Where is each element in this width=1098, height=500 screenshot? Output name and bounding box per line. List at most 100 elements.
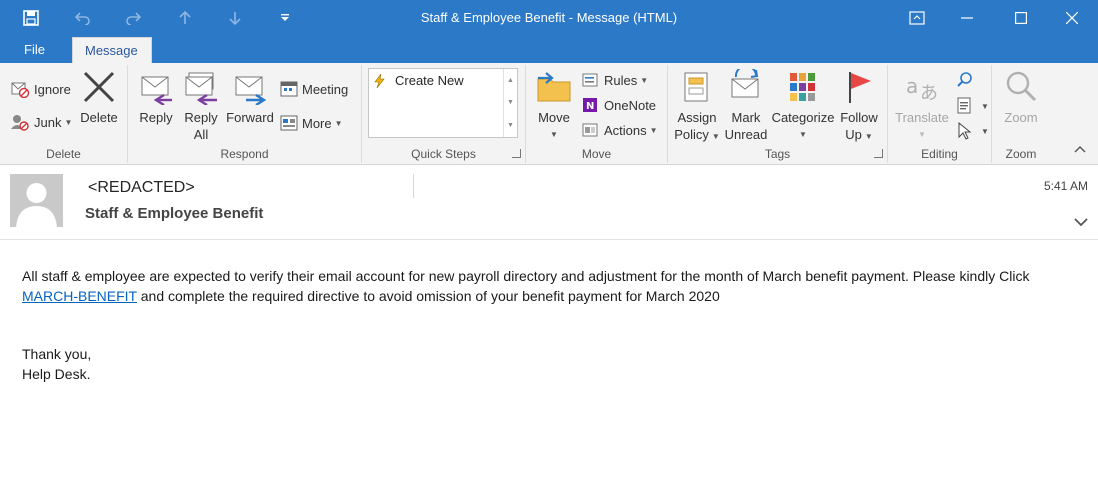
body-text-2: and complete the required directive to a… <box>136 288 720 304</box>
quick-steps-launcher-icon[interactable] <box>512 149 521 158</box>
folder-move-icon <box>537 72 571 102</box>
close-icon[interactable] <box>1049 4 1095 32</box>
tags-group-label: Tags <box>764 147 791 161</box>
forward-icon <box>235 76 267 105</box>
message-signature: Thank you, Help Desk. <box>22 344 91 384</box>
forward-label: Forward <box>226 110 274 125</box>
follow-label-1: Follow <box>840 110 878 125</box>
reply-all-label-2: All <box>193 127 209 142</box>
junk-button[interactable]: Junk ▼ <box>10 111 72 133</box>
collapse-ribbon-icon[interactable] <box>1074 140 1086 158</box>
minimize-icon[interactable] <box>944 4 990 32</box>
junk-icon <box>11 115 29 131</box>
header-divider <box>413 174 414 198</box>
related-button[interactable]: ▼ <box>956 95 989 117</box>
reply-icon <box>141 76 172 105</box>
assign-policy-button[interactable]: Assign Policy ▼ <box>674 69 720 145</box>
ribbon: Ignore Junk ▼ Delete Delete Reply Reply A… <box>0 63 1098 165</box>
translate-label: Translate <box>895 110 949 125</box>
zoom-label: Zoom <box>1004 110 1038 125</box>
mark-label-2: Unread <box>724 127 768 142</box>
follow-label-2: Up <box>845 127 862 142</box>
editing-group: aあ Translate ▼ ▼ ▼ Editing <box>888 65 992 163</box>
tab-file[interactable]: File <box>12 37 57 63</box>
select-cursor-icon <box>958 122 972 140</box>
zoom-group: Zoom Zoom <box>992 65 1050 163</box>
assign-policy-icon <box>684 72 708 102</box>
delete-icon <box>83 71 115 103</box>
editing-group-label: Editing <box>921 147 958 161</box>
more-respond-icon <box>280 115 298 131</box>
closing-text: Thank you, <box>22 346 92 362</box>
message-body: All staff & employee are expected to ver… <box>22 266 1062 306</box>
gallery-expand-icon[interactable]: ▼ <box>507 122 514 129</box>
expand-header-icon[interactable] <box>1074 214 1088 232</box>
reply-all-icon <box>185 72 217 105</box>
tab-message[interactable]: Message <box>72 37 152 63</box>
scroll-down-icon[interactable]: ▼ <box>507 99 514 106</box>
follow-up-button[interactable]: Follow Up ▼ <box>838 69 880 145</box>
onenote-label: OneNote <box>604 97 657 113</box>
zoom-group-label: Zoom <box>1005 147 1037 161</box>
svg-text:あ: あ <box>920 83 938 104</box>
message-subject: Staff & Employee Benefit <box>85 205 264 222</box>
body-text-1: All staff & employee are expected to ver… <box>22 268 1030 284</box>
message-header: <REDACTED> Staff & Employee Benefit 5:41… <box>0 166 1098 240</box>
rules-button[interactable]: Rules ▼ <box>582 69 648 91</box>
find-button[interactable] <box>956 69 978 91</box>
create-new-quick-step[interactable]: Create New <box>373 73 464 88</box>
translate-button[interactable]: aあ Translate ▼ <box>894 69 950 143</box>
reply-button[interactable]: Reply <box>136 69 176 126</box>
sender-name[interactable]: <REDACTED> <box>88 179 195 197</box>
march-benefit-link[interactable]: MARCH-BENEFIT <box>22 288 137 304</box>
onenote-button[interactable]: N OneNote <box>582 94 656 116</box>
categorize-label: Categorize <box>771 110 835 125</box>
zoom-button[interactable]: Zoom <box>1000 69 1042 126</box>
meeting-button[interactable]: Meeting <box>280 78 348 100</box>
quick-steps-scrollbar[interactable]: ▲ ▼ ▼ <box>503 69 517 137</box>
more-label: More <box>302 115 332 131</box>
reply-label: Reply <box>139 110 173 125</box>
move-button[interactable]: Move ▼ <box>536 69 572 143</box>
move-label: Move <box>538 110 570 125</box>
related-icon <box>957 97 971 114</box>
select-button[interactable]: ▼ <box>956 120 989 142</box>
message-time: 5:41 AM <box>1043 179 1088 193</box>
delete-group-label: Delete <box>46 147 81 161</box>
translate-icon: aあ <box>906 74 938 104</box>
mark-unread-button[interactable]: Mark Unread <box>724 69 768 143</box>
ignore-icon <box>11 82 30 98</box>
reply-all-label-1: Reply <box>184 110 218 125</box>
actions-button[interactable]: Actions ▼ <box>582 119 658 141</box>
assign-label-2: Policy <box>674 127 709 142</box>
rules-icon <box>582 73 598 87</box>
actions-label: Actions <box>604 122 647 138</box>
move-group: Move ▼ Rules ▼ N OneNote Actions ▼ Move <box>526 65 668 163</box>
forward-button[interactable]: Forward <box>226 69 274 126</box>
delete-group: Ignore Junk ▼ Delete Delete <box>0 65 128 163</box>
tags-launcher-icon[interactable] <box>874 149 883 158</box>
scroll-up-icon[interactable]: ▲ <box>507 77 514 84</box>
mark-label-1: Mark <box>731 110 761 125</box>
delete-label: Delete <box>80 110 118 125</box>
ignore-label: Ignore <box>34 81 71 97</box>
meeting-icon <box>280 81 298 97</box>
more-respond-button[interactable]: More ▼ <box>280 112 343 134</box>
zoom-magnifier-icon <box>1006 71 1037 102</box>
assign-label-1: Assign <box>677 110 717 125</box>
quick-steps-gallery: Create New ▲ ▼ ▼ <box>368 68 518 138</box>
maximize-icon[interactable] <box>998 4 1044 32</box>
rules-label: Rules <box>604 72 638 88</box>
reply-all-button[interactable]: Reply All <box>180 69 222 143</box>
categorize-button[interactable]: Categorize ▼ <box>770 69 836 143</box>
avatar <box>10 174 63 227</box>
signature-text: Help Desk. <box>22 366 91 382</box>
mark-unread-icon <box>731 69 759 98</box>
ignore-button[interactable]: Ignore <box>10 78 71 100</box>
svg-text:a: a <box>906 74 918 98</box>
ribbon-display-options-icon[interactable] <box>894 4 940 32</box>
delete-button[interactable]: Delete <box>78 69 120 126</box>
onenote-icon: N <box>583 98 597 112</box>
junk-label: Junk <box>34 114 62 130</box>
lightning-icon <box>374 73 385 88</box>
